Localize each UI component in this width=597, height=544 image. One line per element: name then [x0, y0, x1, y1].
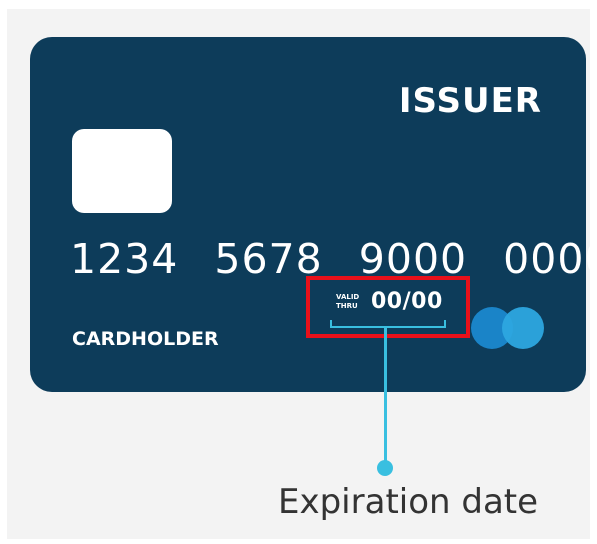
- pointer-line: [384, 327, 387, 466]
- issuer-label: ISSUER: [398, 81, 542, 121]
- card-network-logo-icon: [502, 307, 544, 349]
- expiration-highlight-box: [306, 276, 470, 338]
- card-number-group: 1234: [70, 235, 179, 283]
- card-number-group: 0000: [503, 235, 597, 283]
- expiration-date-caption: Expiration date: [278, 482, 539, 522]
- cardholder-label: CARDHOLDER: [72, 328, 219, 350]
- pointer-dot: [377, 460, 393, 476]
- credit-card: ISSUER 1234 5678 9000 0000 VALID THRU 00…: [30, 37, 597, 392]
- card-chip-icon: [72, 129, 172, 213]
